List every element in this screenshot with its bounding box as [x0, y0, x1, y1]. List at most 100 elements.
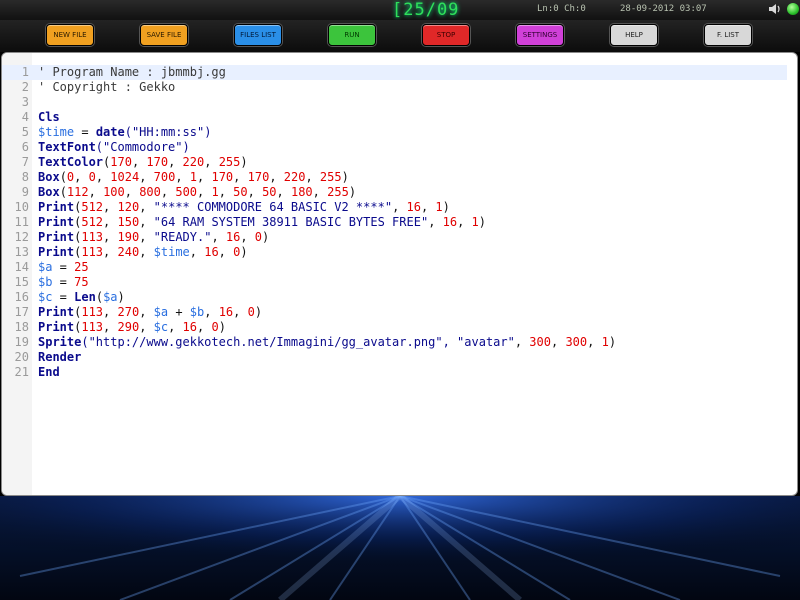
code-text[interactable]: $c = Len($a): [38, 290, 125, 305]
code-text[interactable]: End: [38, 365, 60, 380]
code-line[interactable]: 10 Print(512, 120, "**** COMMODORE 64 BAS…: [2, 200, 797, 215]
code-editor[interactable]: 1 ' Program Name : jbmmbj.gg 2 ' Copyright …: [1, 52, 798, 496]
code-text[interactable]: Sprite("http://www.gekkotech.net/Immagin…: [38, 335, 616, 350]
code-text[interactable]: Print(512, 150, "64 RAM SYSTEM 38911 BAS…: [38, 215, 486, 230]
code-line[interactable]: 20 Render: [2, 350, 797, 365]
code-line[interactable]: 7 TextColor(170, 170, 220, 255): [2, 155, 797, 170]
status-indicator-icon: [787, 3, 799, 15]
code-line[interactable]: 8 Box(0, 0, 1024, 700, 1, 170, 170, 220, …: [2, 170, 797, 185]
code-line[interactable]: 2 ' Copyright : Gekko: [2, 80, 797, 95]
code-token: ,: [103, 305, 118, 319]
settings-button[interactable]: SETTINGS: [516, 24, 564, 46]
code-text[interactable]: TextColor(170, 170, 220, 255): [38, 155, 248, 170]
code-token: ,: [305, 170, 320, 184]
code-token: ,: [587, 335, 602, 349]
code-line[interactable]: 9 Box(112, 100, 800, 500, 1, 50, 50, 180,…: [2, 185, 797, 200]
speaker-icon[interactable]: [768, 2, 782, 16]
code-text[interactable]: Print(512, 120, "**** COMMODORE 64 BASIC…: [38, 200, 450, 215]
line-number: 1: [21, 65, 29, 79]
code-token: ,: [139, 245, 154, 259]
code-text[interactable]: Cls: [38, 110, 60, 125]
code-token: =: [52, 290, 75, 304]
function-list-button[interactable]: F. LIST: [704, 24, 752, 46]
code-token: Print: [38, 320, 75, 334]
code-text[interactable]: Print(113, 190, "READY.", 16, 0): [38, 230, 269, 245]
code-line[interactable]: 18 Print(113, 290, $c, 16, 0): [2, 320, 797, 335]
code-line[interactable]: 15 $b = 75: [2, 275, 797, 290]
save-file-button[interactable]: SAVE FILE: [140, 24, 188, 46]
code-token: ,: [139, 170, 154, 184]
code-token: ,: [103, 200, 118, 214]
code-line[interactable]: 21 End: [2, 365, 797, 380]
code-line[interactable]: 19 Sprite("http://www.gekkotech.net/Immag…: [2, 335, 797, 350]
code-line[interactable]: 1 ' Program Name : jbmmbj.gg: [2, 65, 787, 80]
code-line[interactable]: 12 Print(113, 190, "READY.", 16, 0): [2, 230, 797, 245]
code-text[interactable]: $a = 25: [38, 260, 89, 275]
code-token: ,: [139, 200, 154, 214]
code-text[interactable]: Print(113, 290, $c, 16, 0): [38, 320, 226, 335]
code-text[interactable]: Render: [38, 350, 81, 365]
code-text[interactable]: Print(113, 240, $time, 16, 0): [38, 245, 248, 260]
code-line[interactable]: 6 TextFont("Commodore"): [2, 140, 797, 155]
code-text[interactable]: Box(0, 0, 1024, 700, 1, 170, 170, 220, 2…: [38, 170, 349, 185]
code-token: ,: [392, 200, 407, 214]
code-token: 240: [117, 245, 140, 259]
code-token: ,: [428, 215, 443, 229]
code-text[interactable]: ' Program Name : jbmmbj.gg: [38, 65, 226, 80]
code-token: ,: [95, 170, 111, 184]
code-token: ,: [218, 245, 234, 259]
code-token: 113: [81, 230, 104, 244]
code-token: (: [59, 170, 67, 184]
code-line[interactable]: 3: [2, 95, 797, 110]
code-token: ,: [139, 320, 154, 334]
code-token: =: [52, 260, 75, 274]
line-number: 9: [21, 185, 29, 199]
light-rays-graphic: [0, 496, 800, 600]
code-text[interactable]: Print(113, 270, $a + $b, 16, 0): [38, 305, 262, 320]
code-token: Box: [38, 170, 60, 184]
code-token: Render: [38, 350, 82, 364]
code-token: 170: [211, 170, 234, 184]
code-token: ,: [103, 215, 118, 229]
code-token: 16: [406, 200, 421, 214]
code-lines[interactable]: 1 ' Program Name : jbmmbj.gg 2 ' Copyright …: [2, 65, 797, 380]
code-token: 500: [175, 185, 198, 199]
code-line[interactable]: 11 Print(512, 150, "64 RAM SYSTEM 38911 B…: [2, 215, 797, 230]
code-text[interactable]: $time = date("HH:mm:ss"): [38, 125, 211, 140]
code-line[interactable]: 13 Print(113, 240, $time, 16, 0): [2, 245, 797, 260]
code-token: 220: [182, 155, 205, 169]
code-token: "64 RAM SYSTEM 38911 BASIC BYTES FREE": [153, 215, 429, 229]
code-token: ,: [88, 185, 104, 199]
code-token: ,: [240, 230, 255, 244]
code-token: 700: [153, 170, 176, 184]
code-token: ,: [197, 170, 212, 184]
line-number: 19: [14, 335, 29, 349]
code-token: ,: [457, 215, 472, 229]
code-line[interactable]: 17 Print(113, 270, $a + $b, 16, 0): [2, 305, 797, 320]
help-button[interactable]: HELP: [610, 24, 658, 46]
code-token: ,: [74, 170, 89, 184]
code-token: ): [240, 245, 248, 259]
code-token: 150: [117, 215, 140, 229]
code-token: 255: [218, 155, 241, 169]
run-button[interactable]: RUN: [328, 24, 376, 46]
code-token: 170: [247, 170, 270, 184]
new-file-button[interactable]: NEW FILE: [46, 24, 94, 46]
code-line[interactable]: 14 $a = 25: [2, 260, 797, 275]
code-line[interactable]: 4 Cls: [2, 110, 797, 125]
code-token: =: [52, 275, 75, 289]
code-token: "READY.": [153, 230, 212, 244]
code-text[interactable]: ' Copyright : Gekko: [38, 80, 175, 95]
stop-button[interactable]: STOP: [422, 24, 470, 46]
files-list-button[interactable]: FILES LIST: [234, 24, 282, 46]
code-text[interactable]: TextFont("Commodore"): [38, 140, 190, 155]
code-token: $a: [103, 290, 118, 304]
code-line[interactable]: 16 $c = Len($a): [2, 290, 797, 305]
code-token: ,: [139, 305, 154, 319]
code-token: ,: [247, 185, 263, 199]
code-line[interactable]: 5 $time = date("HH:mm:ss"): [2, 125, 797, 140]
code-text[interactable]: Box(112, 100, 800, 500, 1, 50, 50, 180, …: [38, 185, 356, 200]
code-token: ,: [204, 305, 219, 319]
code-text[interactable]: $b = 75: [38, 275, 89, 290]
code-token: 0: [247, 305, 255, 319]
